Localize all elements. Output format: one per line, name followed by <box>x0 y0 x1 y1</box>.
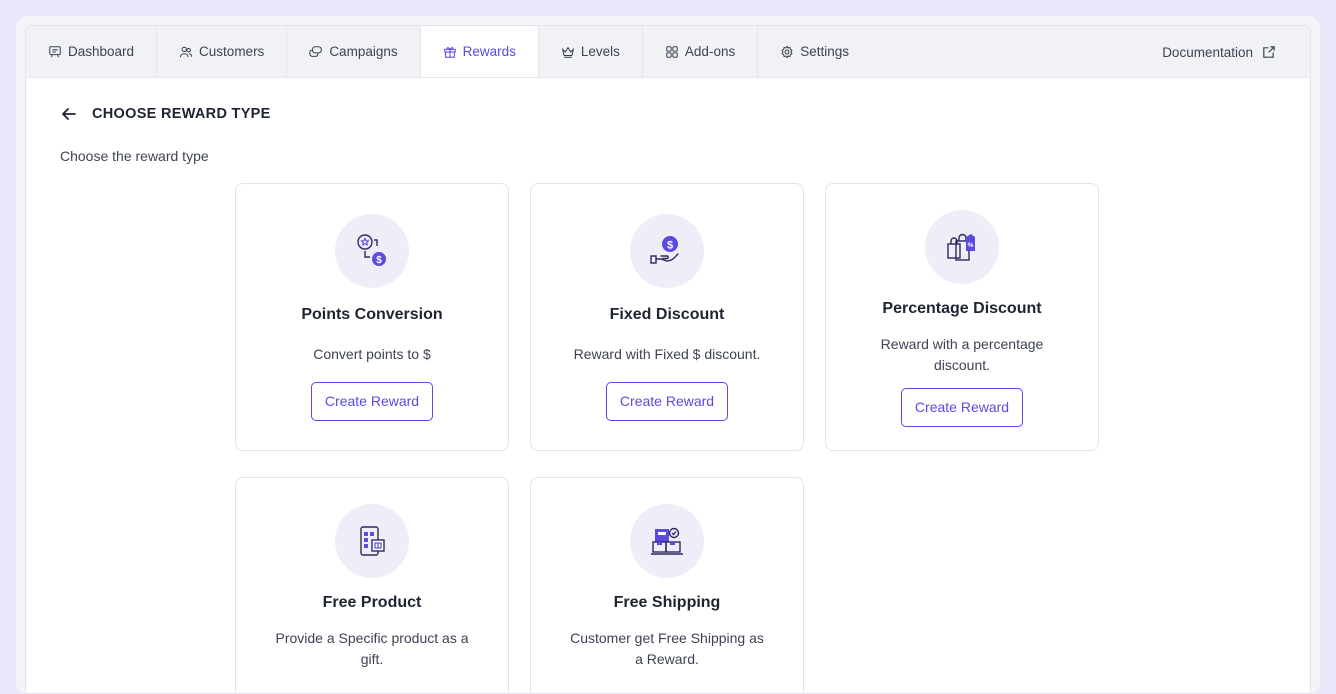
reward-card-free-product: Free Product Provide a Specific product … <box>235 477 509 693</box>
card-description: Reward with a percentage discount. <box>826 334 1098 376</box>
page-header: CHOOSE REWARD TYPE <box>60 105 271 123</box>
reward-card-percentage-discount: % Percentage Discount Reward with a perc… <box>825 183 1099 451</box>
card-description-line: Reward with a percentage <box>880 336 1044 352</box>
svg-text:$: $ <box>667 240 673 252</box>
card-icon-wrap: $ <box>335 214 409 288</box>
tab-label: Campaigns <box>329 44 398 59</box>
reward-card-points-conversion: $ Points Conversion Convert points to $ … <box>235 183 509 451</box>
page-subtitle: Choose the reward type <box>60 148 209 164</box>
tab-label: Settings <box>800 44 849 59</box>
shipping-boxes-icon <box>651 527 683 555</box>
app-frame: Dashboard Customers Campaigns Rewards Le… <box>16 16 1320 694</box>
reward-card-fixed-discount: $ Fixed Discount Reward with Fixed $ dis… <box>530 183 804 451</box>
card-description: Customer get Free Shipping as a Reward. <box>531 628 803 670</box>
card-description: Convert points to $ <box>313 346 431 362</box>
main-panel: Dashboard Customers Campaigns Rewards Le… <box>25 25 1311 694</box>
gift-icon <box>443 46 456 58</box>
tab-addons[interactable]: Add-ons <box>643 26 759 77</box>
chat-bubbles-icon <box>309 45 323 57</box>
tab-label: Add-ons <box>684 44 736 59</box>
card-title: Points Conversion <box>301 306 443 323</box>
card-title: Free Shipping <box>613 594 721 611</box>
card-description: Reward with Fixed $ discount. <box>573 346 761 362</box>
create-reward-button[interactable]: Create Reward <box>310 382 434 421</box>
reward-card-free-shipping: Free Shipping Customer get Free Shipping… <box>530 477 804 693</box>
tab-label: Rewards <box>462 44 516 59</box>
points-conversion-icon: $ <box>357 234 386 266</box>
presentation-icon <box>49 45 61 57</box>
tab-label: Customers <box>199 44 265 59</box>
svg-text:$: $ <box>376 255 382 266</box>
card-icon-wrap: % <box>925 210 999 284</box>
back-arrow-icon[interactable] <box>60 105 78 123</box>
card-description-line: gift. <box>360 651 384 667</box>
card-title: Percentage Discount <box>882 300 1042 317</box>
card-description-line: Customer get Free Shipping as <box>570 630 764 646</box>
users-icon <box>179 46 193 57</box>
external-link-icon <box>1263 45 1275 58</box>
create-reward-button[interactable]: Create Reward <box>605 382 729 421</box>
tab-dashboard[interactable]: Dashboard <box>26 26 158 77</box>
card-icon-wrap <box>630 504 704 578</box>
page-title: CHOOSE REWARD TYPE <box>92 106 271 122</box>
documentation-label: Documentation <box>1162 44 1253 60</box>
card-description-line: a Reward. <box>635 651 699 667</box>
tab-rewards[interactable]: Rewards <box>420 26 539 77</box>
card-icon-wrap: $ <box>630 214 704 288</box>
card-title: Free Product <box>322 594 422 611</box>
tab-label: Dashboard <box>68 44 135 59</box>
crown-icon <box>561 46 575 58</box>
card-description: Provide a Specific product as a gift. <box>236 628 508 670</box>
tab-campaigns[interactable]: Campaigns <box>287 26 421 77</box>
card-icon-wrap <box>335 504 409 578</box>
top-nav: Dashboard Customers Campaigns Rewards Le… <box>26 26 1310 78</box>
documentation-link[interactable]: Documentation <box>1162 26 1276 78</box>
gear-icon <box>781 44 793 59</box>
hand-coin-icon: $ <box>650 236 679 264</box>
create-reward-button[interactable]: Create Reward <box>900 388 1024 427</box>
grid-icon <box>666 45 678 58</box>
card-description-line: discount. <box>933 357 991 373</box>
shopping-bags-icon: % <box>947 233 975 261</box>
tab-label: Levels <box>580 44 620 59</box>
tab-levels[interactable]: Levels <box>539 26 643 77</box>
tab-settings[interactable]: Settings <box>758 26 871 77</box>
tab-customers[interactable]: Customers <box>157 26 288 77</box>
card-title: Fixed Discount <box>609 306 725 323</box>
card-description-line: Provide a Specific product as a <box>275 630 469 646</box>
svg-text:%: % <box>968 242 974 249</box>
phone-gift-icon <box>360 526 385 556</box>
